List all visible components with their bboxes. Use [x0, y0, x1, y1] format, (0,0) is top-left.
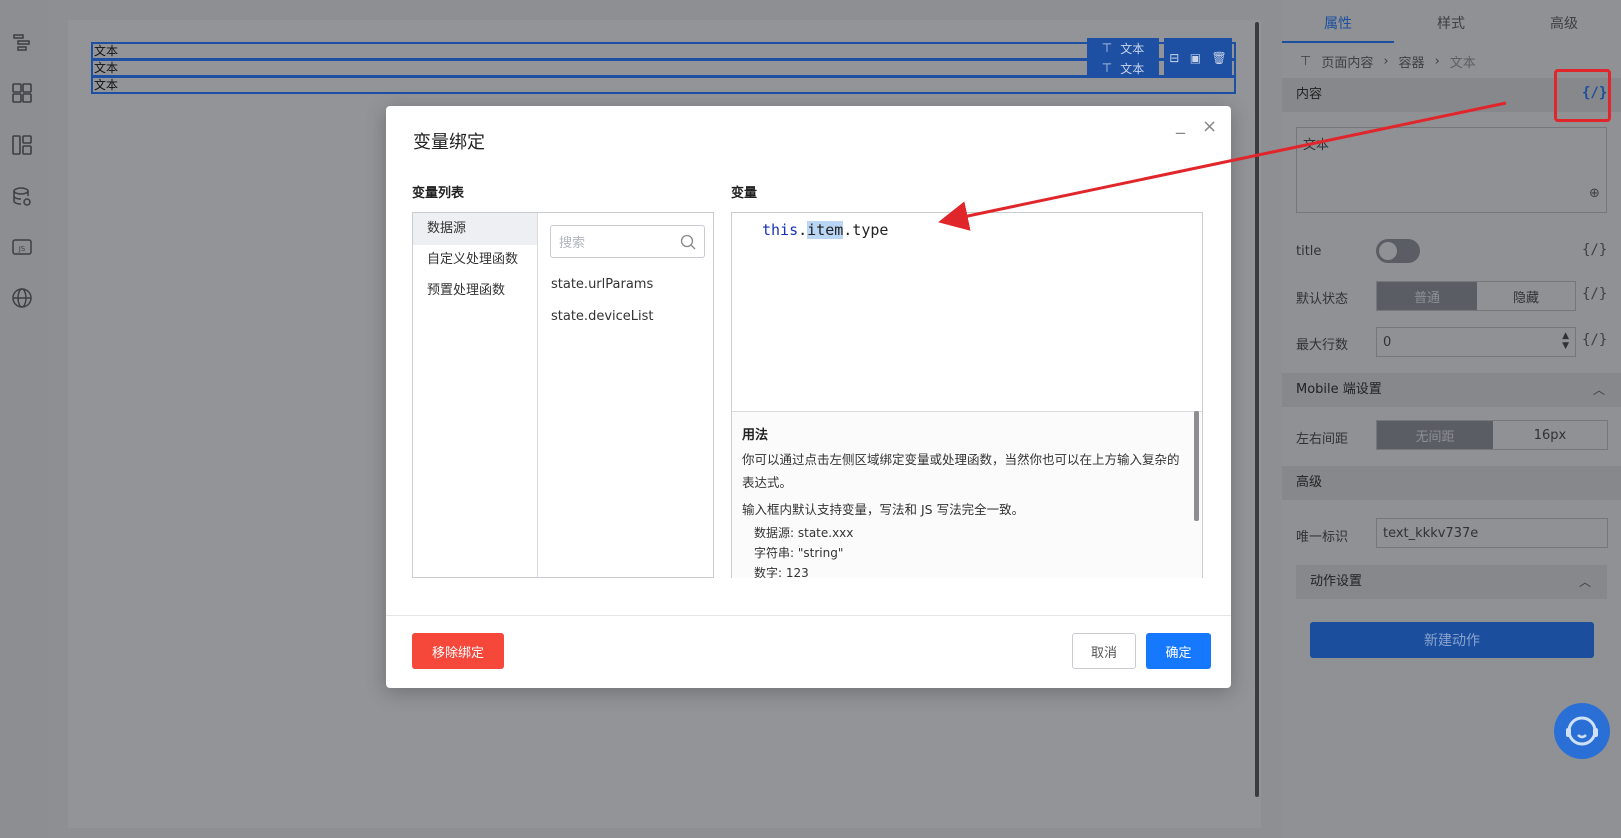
- annotation-arrow: [938, 101, 1507, 231]
